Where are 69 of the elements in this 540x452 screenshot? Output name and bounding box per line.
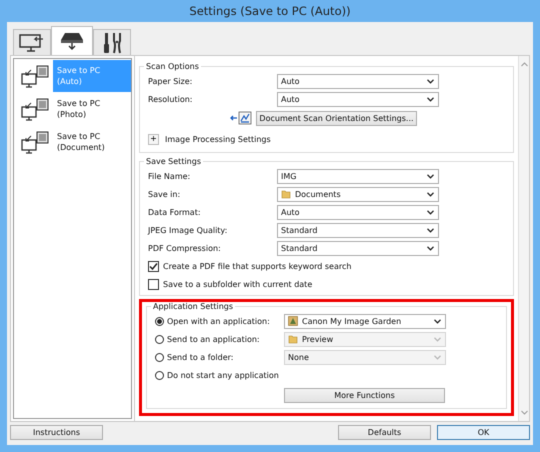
field-label: Data Format: (148, 208, 202, 216)
field-label: Save in: (148, 190, 182, 198)
scrollbar[interactable] (518, 56, 529, 421)
expand-toggle[interactable]: + (148, 134, 159, 144)
field-label: PDF Compression: (148, 244, 222, 252)
field-label: JPEG Image Quality: (148, 226, 228, 234)
radio-label: Send to an application: (167, 334, 260, 344)
window-title: Settings (Save to PC (Auto)) (189, 4, 351, 18)
ok-button[interactable]: OK (437, 425, 530, 440)
more-functions-button[interactable]: More Functions (284, 388, 445, 402)
orientation-settings-button[interactable]: Document Scan Orientation Settings... (256, 110, 417, 126)
dropdown[interactable]: Standard (277, 222, 439, 238)
chevron-down-icon (434, 336, 441, 342)
section-label: Image Processing Settings (165, 134, 271, 144)
checkbox-label: Save to a subfolder with current date (163, 280, 312, 288)
chevron-down-icon (427, 78, 434, 84)
computer-save-icon (20, 63, 50, 89)
orientation-icon (230, 111, 252, 125)
chevron-down-icon (427, 192, 434, 196)
chevron-down-icon (434, 354, 441, 360)
field-label: File Name: (148, 172, 192, 180)
computer-save-icon (20, 96, 50, 122)
checkbox[interactable] (148, 260, 159, 272)
defaults-button[interactable]: Defaults (338, 425, 431, 440)
group-title: Save Settings (145, 157, 202, 166)
field-label: Resolution: (148, 94, 194, 104)
dropdown[interactable]: Auto (277, 74, 439, 88)
monitor-icon (19, 32, 45, 52)
dropdown[interactable]: Auto (277, 92, 439, 106)
checkmark-icon (149, 262, 158, 270)
checkbox[interactable] (148, 278, 159, 290)
dropdown[interactable]: Documents (277, 186, 439, 202)
sidebar-item-label: Save to PC (Document) (56, 131, 106, 154)
chevron-down-icon (427, 174, 434, 178)
dropdown[interactable]: Canon My Image Garden (284, 314, 446, 328)
group-title: Application Settings (152, 302, 234, 311)
folder-icon (288, 334, 298, 344)
scroll-down-icon (520, 410, 528, 415)
chevron-down-icon (427, 210, 434, 214)
tab[interactable] (51, 26, 93, 55)
chevron-down-icon (427, 246, 434, 250)
scanner-icon (59, 31, 85, 51)
sidebar-item[interactable]: Save to PC (Document) (14, 125, 131, 158)
sidebar-item-label: Save to PC (Photo) (56, 98, 102, 121)
tab[interactable] (93, 29, 131, 55)
radio-label: Do not start any application (167, 370, 279, 380)
dropdown[interactable]: Standard (277, 240, 439, 256)
chevron-down-icon (434, 318, 441, 324)
radio-button[interactable] (155, 370, 164, 380)
checkbox-label: Create a PDF file that supports keyword search (163, 262, 352, 270)
scroll-up-icon (520, 62, 528, 67)
folder-icon (281, 189, 291, 199)
computer-save-icon (20, 129, 50, 155)
group-title: Scan Options (145, 62, 200, 71)
radio-button[interactable] (155, 316, 164, 326)
radio-button[interactable] (155, 352, 164, 362)
field-label: Paper Size: (148, 76, 194, 86)
tab[interactable] (13, 29, 51, 55)
dropdown[interactable]: IMG (277, 168, 439, 184)
chevron-down-icon (427, 96, 434, 102)
sidebar-item-label: Save to PC (Auto) (53, 60, 131, 92)
chevron-down-icon (427, 228, 434, 232)
sidebar-item[interactable]: Save to PC (Photo) (14, 92, 131, 125)
radio-label: Send to a folder: (167, 352, 234, 362)
dropdown[interactable]: Auto (277, 204, 439, 220)
instructions-button[interactable]: Instructions (10, 425, 103, 440)
radio-button[interactable] (155, 334, 164, 344)
radio-label: Open with an application: (167, 316, 270, 326)
app-icon (288, 316, 298, 326)
